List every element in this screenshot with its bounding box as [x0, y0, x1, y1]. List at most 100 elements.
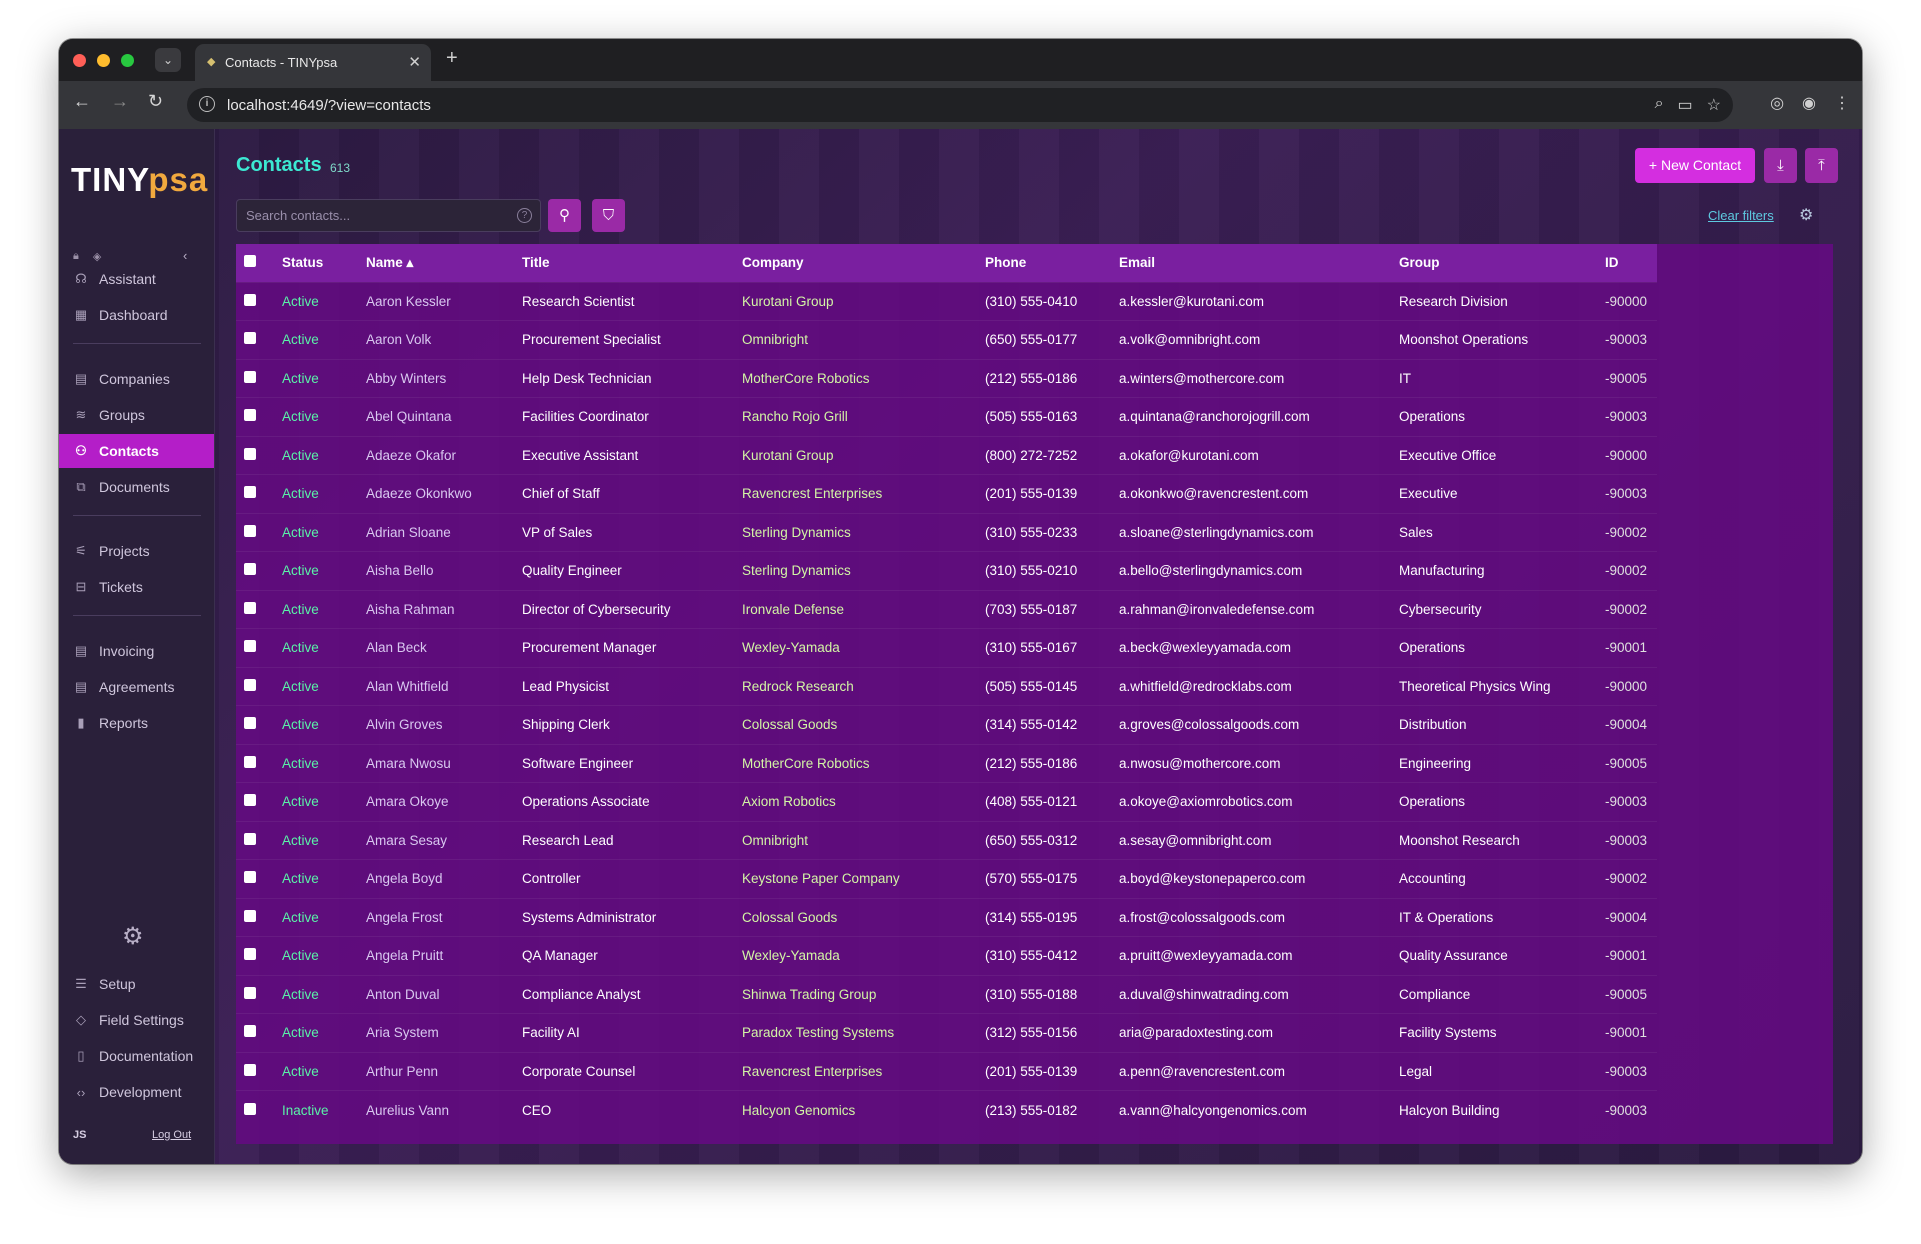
row-select-cell[interactable] — [236, 474, 274, 513]
zoom-icon[interactable]: ⌕ — [1655, 95, 1664, 115]
row-select-cell[interactable] — [236, 628, 274, 667]
row-select-cell[interactable] — [236, 397, 274, 436]
cell-name[interactable]: Alan Beck — [358, 628, 514, 667]
cell-name[interactable]: Adaeze Okonkwo — [358, 474, 514, 513]
table-row[interactable]: Active Angela Pruitt QA Manager Wexley-Yama… — [236, 936, 1657, 975]
row-select-cell[interactable] — [236, 1013, 274, 1052]
row-checkbox[interactable] — [244, 794, 256, 807]
cell-name[interactable]: Amara Okoye — [358, 782, 514, 821]
table-row[interactable]: Active Adaeze Okafor Executive Assistant Ku… — [236, 435, 1657, 475]
menu-icon[interactable]: ⋮ — [1834, 93, 1850, 113]
table-row[interactable]: Active Aria System Facility AI Paradox Test… — [236, 1013, 1657, 1052]
row-checkbox[interactable] — [244, 1102, 256, 1115]
table-row[interactable]: Active Anton Duval Compliance Analyst Shinw… — [236, 974, 1657, 1014]
column-header-name[interactable]: Name ▴ — [358, 244, 514, 282]
sidebar-item-assistant[interactable]: ☊ Assistant — [59, 262, 214, 296]
close-tab-icon[interactable]: ✕ — [408, 53, 421, 71]
cell-name[interactable]: Aisha Rahman — [358, 589, 514, 629]
row-select-cell[interactable] — [236, 358, 274, 398]
row-checkbox[interactable] — [244, 601, 256, 614]
row-checkbox[interactable] — [244, 293, 256, 306]
row-select-cell[interactable] — [236, 974, 274, 1014]
sidebar-item-companies[interactable]: ▤ Companies — [59, 362, 214, 396]
row-select-cell[interactable] — [236, 743, 274, 783]
tab-search-button[interactable]: ⌄ — [155, 48, 181, 72]
row-select-cell[interactable] — [236, 705, 274, 744]
row-checkbox[interactable] — [244, 1063, 256, 1076]
row-checkbox[interactable] — [244, 332, 256, 345]
url-text[interactable]: localhost:4649/?view=contacts — [227, 97, 431, 114]
table-row[interactable]: Active Abel Quintana Facilities Coordinato… — [236, 397, 1657, 436]
row-select-cell[interactable] — [236, 936, 274, 975]
row-select-cell[interactable] — [236, 897, 274, 937]
row-select-cell[interactable] — [236, 820, 274, 860]
forward-icon[interactable]: → — [111, 91, 129, 112]
row-select-cell[interactable] — [236, 666, 274, 706]
row-checkbox[interactable] — [244, 486, 256, 499]
pin-icon[interactable]: ⚲ — [548, 199, 581, 232]
profile-icon[interactable]: ◉ — [1802, 93, 1816, 113]
cell-name[interactable]: Alvin Groves — [358, 705, 514, 744]
column-header-company[interactable]: Company — [734, 244, 977, 282]
table-row[interactable]: Active Amara Sesay Research Lead Omnibright… — [236, 820, 1657, 860]
row-select-cell[interactable] — [236, 782, 274, 821]
cell-name[interactable]: Arthur Penn — [358, 1051, 514, 1091]
row-checkbox[interactable] — [244, 871, 256, 884]
row-checkbox[interactable] — [244, 678, 256, 691]
cell-name[interactable]: Anton Duval — [358, 974, 514, 1014]
cell-name[interactable]: Amara Sesay — [358, 820, 514, 860]
sidebar-item-projects[interactable]: ⚟ Projects — [59, 534, 214, 568]
cell-name[interactable]: Adaeze Okafor — [358, 435, 514, 475]
table-row[interactable]: Active Alvin Groves Shipping Clerk Colossal… — [236, 705, 1657, 744]
row-checkbox[interactable] — [244, 409, 256, 422]
row-select-cell[interactable] — [236, 1090, 274, 1129]
sidebar-item-dashboard[interactable]: ▦ Dashboard — [59, 298, 214, 332]
cell-name[interactable]: Alan Whitfield — [358, 666, 514, 706]
row-checkbox[interactable] — [244, 755, 256, 768]
sidebar-item-reports[interactable]: ▮ Reports — [59, 706, 214, 740]
table-row[interactable]: Active Abby Winters Help Desk Technician Mo… — [236, 358, 1657, 398]
sidebar-item-invoicing[interactable]: ▤ Invoicing — [59, 634, 214, 668]
cell-name[interactable]: Angela Pruitt — [358, 936, 514, 975]
row-checkbox[interactable] — [244, 640, 256, 653]
help-icon[interactable]: ? — [517, 208, 532, 223]
row-select-cell[interactable] — [236, 281, 274, 321]
minimize-window-button[interactable] — [97, 54, 110, 67]
cell-name[interactable]: Aisha Bello — [358, 551, 514, 590]
table-row[interactable]: Active Adaeze Okonkwo Chief of Staff Ravenc… — [236, 474, 1657, 513]
bookmark-icon[interactable]: ⛉ — [592, 199, 625, 232]
row-checkbox[interactable] — [244, 948, 256, 961]
table-row[interactable]: Active Angela Frost Systems Administrator C… — [236, 897, 1657, 937]
row-checkbox[interactable] — [244, 524, 256, 537]
site-info-icon[interactable]: i — [199, 96, 215, 112]
bookmark-star-icon[interactable]: ☆ — [1707, 95, 1721, 115]
cell-name[interactable]: Angela Frost — [358, 897, 514, 937]
table-row[interactable]: Active Alan Whitfield Lead Physicist Redroc… — [236, 666, 1657, 706]
clear-filters-link[interactable]: Clear filters — [1708, 208, 1774, 223]
sidebar-item-tickets[interactable]: ⊟ Tickets — [59, 570, 214, 604]
column-header-group[interactable]: Group — [1391, 244, 1597, 282]
table-row[interactable]: Inactive Aurelius Vann CEO Halcyon Genomics… — [236, 1090, 1657, 1129]
table-row[interactable]: Active Arthur Penn Corporate Counsel Ravenc… — [236, 1051, 1657, 1091]
upload-icon[interactable]: ⤒ — [1805, 148, 1838, 183]
app-logo[interactable]: TINYpsa — [71, 161, 208, 199]
search-input[interactable] — [246, 208, 506, 223]
cell-name[interactable]: Aria System — [358, 1013, 514, 1052]
sidebar-item-development[interactable]: ‹› Development — [59, 1075, 214, 1109]
new-contact-button[interactable]: + New Contact — [1635, 148, 1755, 183]
logout-link[interactable]: Log Out — [152, 1129, 191, 1141]
column-header-title[interactable]: Title — [514, 244, 734, 282]
table-row[interactable]: Active Aaron Kessler Research Scientist Kur… — [236, 281, 1657, 321]
select-all-cell[interactable] — [236, 244, 274, 282]
table-row[interactable]: Active Aisha Rahman Director of Cybersecur… — [236, 589, 1657, 629]
cell-name[interactable]: Angela Boyd — [358, 859, 514, 898]
row-select-cell[interactable] — [236, 859, 274, 898]
table-row[interactable]: Active Angela Boyd Controller Keystone Pape… — [236, 859, 1657, 898]
maximize-window-button[interactable] — [121, 54, 134, 67]
cell-name[interactable]: Abel Quintana — [358, 397, 514, 436]
row-select-cell[interactable] — [236, 435, 274, 475]
column-header-email[interactable]: Email — [1111, 244, 1391, 282]
back-icon[interactable]: ← — [73, 91, 91, 112]
collapse-sidebar-icon[interactable]: ‹ — [183, 248, 187, 263]
row-checkbox[interactable] — [244, 909, 256, 922]
